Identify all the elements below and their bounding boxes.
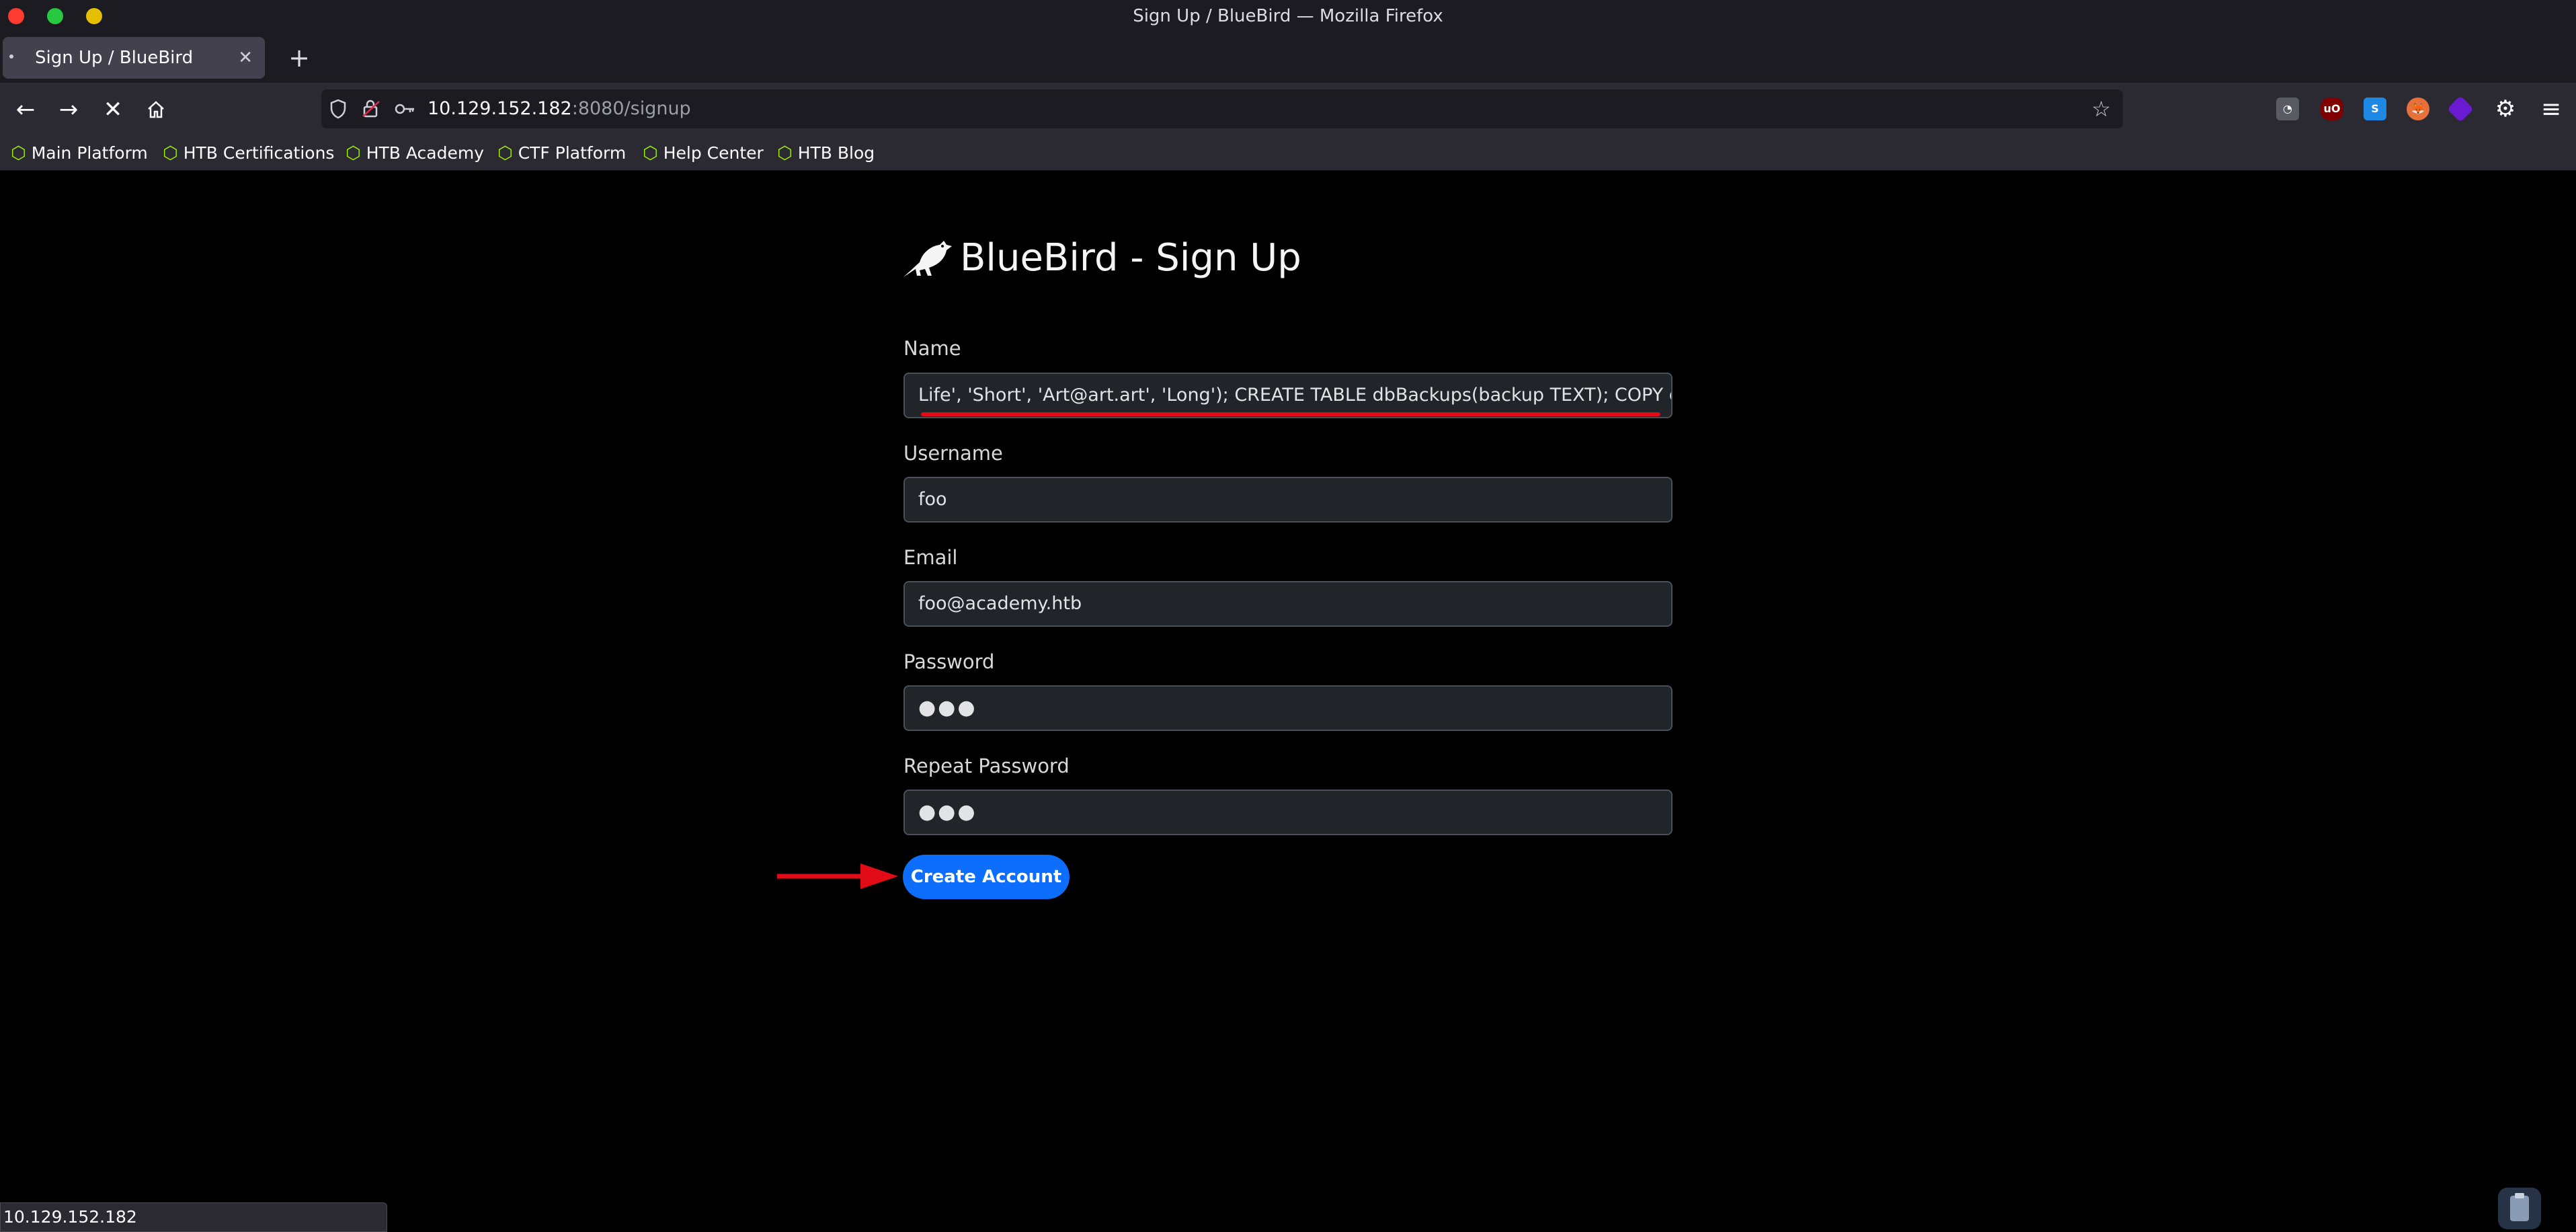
bookmark-ctf-platform[interactable]: ⬡ CTF Platform bbox=[497, 137, 626, 170]
forward-button[interactable]: → bbox=[50, 91, 87, 128]
repeat-password-input[interactable]: ●●● bbox=[903, 790, 1673, 835]
name-label: Name bbox=[903, 337, 961, 360]
ublock-icon[interactable]: uO bbox=[2321, 98, 2343, 120]
tab-loading-indicator-icon bbox=[9, 54, 13, 59]
insecure-lock-icon[interactable] bbox=[362, 89, 380, 132]
status-bar: 10.129.152.182 bbox=[0, 1202, 387, 1232]
key-icon[interactable] bbox=[394, 89, 415, 132]
bookmark-label: Help Center bbox=[663, 143, 764, 163]
tab-title: Sign Up / BlueBird bbox=[35, 48, 194, 68]
email-input[interactable]: foo@academy.htb bbox=[903, 581, 1673, 627]
password-input[interactable]: ●●● bbox=[903, 685, 1673, 731]
htb-cube-icon: ⬡ bbox=[346, 143, 361, 163]
brand-title: BlueBird - Sign Up bbox=[960, 236, 1301, 280]
name-input[interactable]: Life', 'Short', 'Art@art.art', 'Long'); … bbox=[903, 373, 1673, 418]
close-tab-icon[interactable]: ✕ bbox=[238, 37, 253, 79]
url-path: :8080/signup bbox=[571, 98, 691, 119]
bookmark-label: HTB Certifications bbox=[183, 143, 335, 163]
cube-icon[interactable] bbox=[2447, 95, 2474, 122]
navigation-toolbar: ← → ✕ 10.129.152.182:8080/signup ☆ ◔ uO … bbox=[0, 83, 2576, 137]
bookmark-main-platform[interactable]: ⬡ Main Platform bbox=[11, 137, 148, 170]
bookmark-label: HTB Blog bbox=[797, 143, 875, 163]
clipboard-widget-icon[interactable] bbox=[2498, 1188, 2541, 1229]
bookmark-htb-blog[interactable]: ⬡ HTB Blog bbox=[777, 137, 875, 170]
bird-logo-icon bbox=[903, 241, 952, 277]
bookmark-htb-certifications[interactable]: ⬡ HTB Certifications bbox=[163, 137, 334, 170]
annotation-underline bbox=[921, 412, 1660, 416]
annotation-arrow-icon bbox=[777, 863, 898, 889]
url-bar[interactable]: 10.129.152.182:8080/signup ☆ bbox=[321, 89, 2123, 128]
repeat-password-label: Repeat Password bbox=[903, 755, 1070, 777]
settings-icon[interactable]: ⚙ bbox=[2494, 98, 2517, 120]
tab-strip: Sign Up / BlueBird ✕ + bbox=[0, 33, 2576, 83]
fox-icon[interactable]: 🦊 bbox=[2407, 98, 2429, 120]
email-label: Email bbox=[903, 546, 958, 569]
bookmark-htb-academy[interactable]: ⬡ HTB Academy bbox=[346, 137, 484, 170]
stop-loading-button[interactable]: ✕ bbox=[94, 91, 132, 128]
htb-cube-icon: ⬡ bbox=[163, 143, 178, 163]
tab-signup-bluebird[interactable]: Sign Up / BlueBird ✕ bbox=[3, 37, 265, 79]
htb-cube-icon: ⬡ bbox=[11, 143, 26, 163]
home-button[interactable] bbox=[137, 91, 175, 128]
bookmark-label: Main Platform bbox=[31, 143, 148, 163]
cookie-icon[interactable]: ◔ bbox=[2276, 98, 2299, 120]
bookmark-help-center[interactable]: ⬡ Help Center bbox=[643, 137, 764, 170]
bookmark-label: HTB Academy bbox=[366, 143, 484, 163]
url-text[interactable]: 10.129.152.182:8080/signup bbox=[428, 89, 691, 128]
page-content: BlueBird - Sign Up Name Life', 'Short', … bbox=[0, 171, 2576, 1232]
window-titlebar: Sign Up / BlueBird — Mozilla Firefox bbox=[0, 0, 2576, 33]
shield-icon[interactable] bbox=[329, 89, 347, 132]
bookmark-label: CTF Platform bbox=[518, 143, 627, 163]
create-account-button[interactable]: Create Account bbox=[903, 855, 1070, 899]
home-icon bbox=[148, 101, 164, 118]
bookmarks-toolbar: ⬡ Main Platform ⬡ HTB Certifications ⬡ HTB … bbox=[0, 137, 2576, 171]
htb-cube-icon: ⬡ bbox=[777, 143, 793, 163]
htb-cube-icon: ⬡ bbox=[643, 143, 658, 163]
username-input[interactable]: foo bbox=[903, 477, 1673, 523]
htb-cube-icon: ⬡ bbox=[497, 143, 513, 163]
bookmark-star-icon[interactable]: ☆ bbox=[2091, 89, 2111, 128]
window-title: Sign Up / BlueBird — Mozilla Firefox bbox=[1133, 6, 1443, 26]
back-button[interactable]: ← bbox=[7, 91, 44, 128]
url-host: 10.129.152.182 bbox=[428, 98, 572, 119]
hamburger-menu-icon[interactable]: ≡ bbox=[2541, 91, 2561, 128]
username-label: Username bbox=[903, 442, 1003, 465]
new-tab-button[interactable]: + bbox=[281, 40, 317, 76]
password-label: Password bbox=[903, 650, 995, 673]
s-icon[interactable]: S bbox=[2364, 98, 2386, 120]
